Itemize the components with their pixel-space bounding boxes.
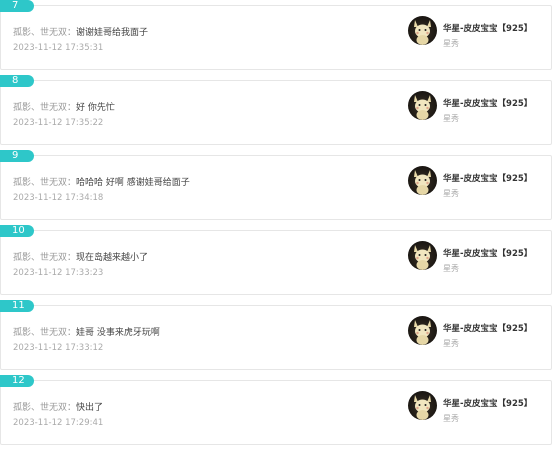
comment-text: 谢谢娃哥给我面子 (76, 28, 149, 38)
target-username[interactable]: 华星-皮皮宝宝【925】 (443, 322, 532, 334)
pikachu-avatar-icon (414, 245, 431, 270)
comment-line: 孤影、世无双：快出了 (13, 400, 103, 413)
comment-number-badge: 8 (0, 75, 34, 87)
target-username[interactable]: 华星-皮皮宝宝【925】 (443, 247, 532, 259)
author-separator: ： (67, 103, 77, 113)
avatar[interactable] (408, 91, 437, 120)
comment-text: 好 你先忙 (76, 103, 115, 113)
avatar[interactable] (408, 166, 437, 195)
target-username[interactable]: 华星-皮皮宝宝【925】 (443, 172, 532, 184)
comment-card: 孤影、世无双：快出了 2023-11-12 17:29:41 华星-皮皮宝宝【9… (0, 380, 552, 445)
author-separator: ： (67, 28, 77, 38)
pikachu-avatar-icon (414, 320, 431, 345)
comment-author[interactable]: 孤影、世无双 (13, 253, 67, 263)
comment-author[interactable]: 孤影、世无双 (13, 103, 67, 113)
comment-card: 孤影、世无双：好 你先忙 2023-11-12 17:35:22 华星-皮皮宝宝… (0, 80, 552, 145)
comment-item: 11 孤影、世无双：娃哥 没事来虎牙玩啊 2023-11-12 17:33:12… (0, 300, 553, 375)
comment-time: 2023-11-12 17:34:18 (13, 193, 104, 203)
comment-card: 孤影、世无双：娃哥 没事来虎牙玩啊 2023-11-12 17:33:12 华星… (0, 305, 552, 370)
target-username[interactable]: 华星-皮皮宝宝【925】 (443, 22, 532, 34)
comment-item: 10 孤影、世无双：现在岛越来越小了 2023-11-12 17:33:23 华… (0, 225, 553, 300)
target-role: 星秀 (443, 264, 459, 273)
comment-item: 8 孤影、世无双：好 你先忙 2023-11-12 17:35:22 华星-皮皮… (0, 75, 553, 150)
comment-time: 2023-11-12 17:35:31 (13, 43, 104, 53)
comment-author[interactable]: 孤影、世无双 (13, 28, 67, 38)
comment-author[interactable]: 孤影、世无双 (13, 328, 67, 338)
comment-author[interactable]: 孤影、世无双 (13, 403, 67, 413)
pikachu-avatar-icon (414, 20, 431, 45)
comment-card: 孤影、世无双：谢谢娃哥给我面子 2023-11-12 17:35:31 华星-皮… (0, 5, 552, 70)
comment-time: 2023-11-12 17:33:23 (13, 268, 104, 278)
comment-text: 哈哈哈 好啊 感谢娃哥给面子 (76, 178, 190, 188)
pikachu-avatar-icon (414, 170, 431, 195)
avatar[interactable] (408, 391, 437, 420)
pikachu-avatar-icon (414, 95, 431, 120)
target-role: 星秀 (443, 114, 459, 123)
comment-time: 2023-11-12 17:29:41 (13, 418, 104, 428)
comment-number-badge: 7 (0, 0, 34, 12)
comment-number-badge: 10 (0, 225, 34, 237)
comment-number-badge: 11 (0, 300, 34, 312)
comment-author[interactable]: 孤影、世无双 (13, 178, 67, 188)
pikachu-avatar-icon (414, 395, 431, 420)
target-username[interactable]: 华星-皮皮宝宝【925】 (443, 97, 532, 109)
comment-number-badge: 12 (0, 375, 34, 387)
avatar[interactable] (408, 316, 437, 345)
comment-card: 孤影、世无双：现在岛越来越小了 2023-11-12 17:33:23 华星-皮… (0, 230, 552, 295)
comment-time: 2023-11-12 17:33:12 (13, 343, 104, 353)
avatar[interactable] (408, 241, 437, 270)
target-role: 星秀 (443, 39, 459, 48)
avatar[interactable] (408, 16, 437, 45)
comment-text: 娃哥 没事来虎牙玩啊 (76, 328, 160, 338)
comment-item: 9 孤影、世无双：哈哈哈 好啊 感谢娃哥给面子 2023-11-12 17:34… (0, 150, 553, 225)
author-separator: ： (67, 178, 77, 188)
comment-line: 孤影、世无双：好 你先忙 (13, 100, 115, 113)
comment-item: 7 孤影、世无双：谢谢娃哥给我面子 2023-11-12 17:35:31 华星… (0, 0, 553, 75)
target-username[interactable]: 华星-皮皮宝宝【925】 (443, 397, 532, 409)
target-role: 星秀 (443, 414, 459, 423)
comment-text: 快出了 (76, 403, 104, 413)
comment-line: 孤影、世无双：哈哈哈 好啊 感谢娃哥给面子 (13, 175, 190, 188)
comment-number-badge: 9 (0, 150, 34, 162)
comment-item: 12 孤影、世无双：快出了 2023-11-12 17:29:41 华星-皮皮宝… (0, 375, 553, 450)
comment-time: 2023-11-12 17:35:22 (13, 118, 104, 128)
author-separator: ： (67, 328, 77, 338)
comment-line: 孤影、世无双：现在岛越来越小了 (13, 250, 148, 263)
author-separator: ： (67, 403, 77, 413)
target-role: 星秀 (443, 189, 459, 198)
comment-card: 孤影、世无双：哈哈哈 好啊 感谢娃哥给面子 2023-11-12 17:34:1… (0, 155, 552, 220)
comment-text: 现在岛越来越小了 (76, 253, 149, 263)
comment-line: 孤影、世无双：谢谢娃哥给我面子 (13, 25, 148, 38)
author-separator: ： (67, 253, 77, 263)
comment-line: 孤影、世无双：娃哥 没事来虎牙玩啊 (13, 325, 160, 338)
target-role: 星秀 (443, 339, 459, 348)
